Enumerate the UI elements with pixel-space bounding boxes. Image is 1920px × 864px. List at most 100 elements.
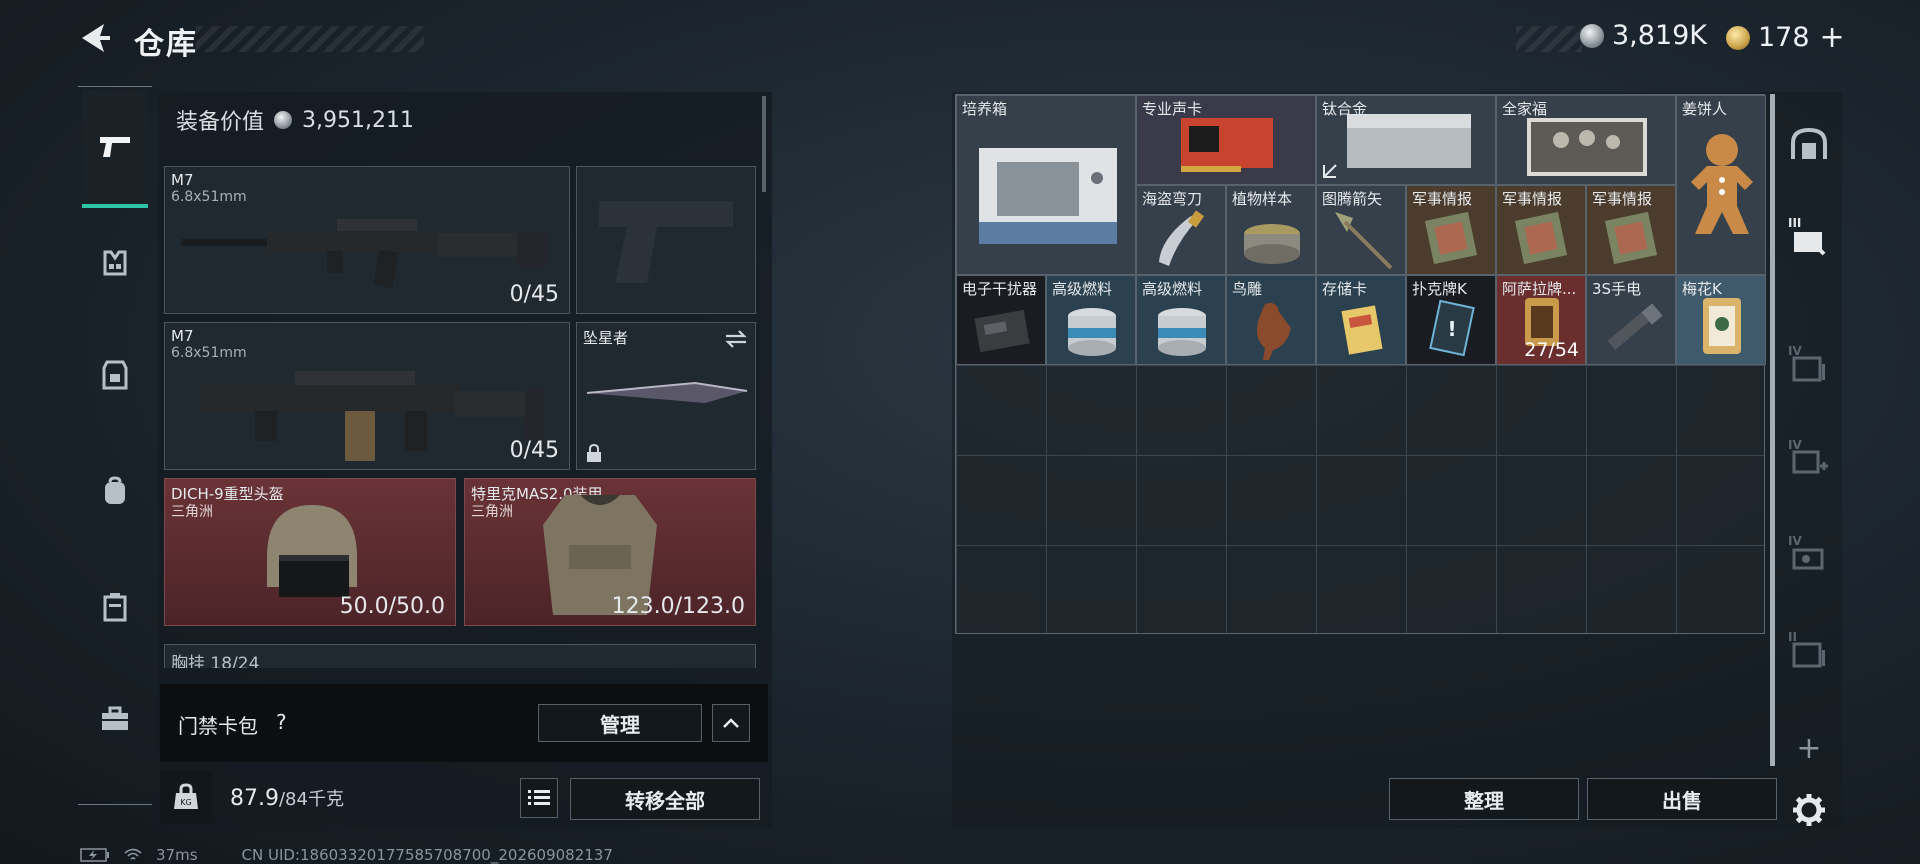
gear-icon: [1793, 794, 1825, 826]
gold-currency[interactable]: 178 +: [1726, 20, 1845, 55]
fuel-can-icon: [1068, 308, 1116, 356]
stash-item[interactable]: 全家福: [1496, 95, 1676, 185]
stash-item[interactable]: 培养箱: [956, 95, 1136, 275]
secondary-weapon-slot[interactable]: M7 6.8x51mm 0/45: [164, 322, 570, 470]
tab-container[interactable]: [86, 578, 144, 636]
stash-item[interactable]: 高级燃料: [1136, 275, 1226, 365]
flashlight-icon: [1607, 303, 1663, 350]
manage-button[interactable]: 管理: [538, 704, 702, 742]
chevron-up-icon: [723, 718, 739, 728]
stash-item[interactable]: 梅花K: [1676, 275, 1766, 365]
weapon-name: M7: [171, 171, 194, 189]
organize-button[interactable]: 整理: [1389, 778, 1579, 820]
swap-icon[interactable]: [723, 329, 749, 349]
jammer-icon: [974, 309, 1030, 353]
armor-slot[interactable]: 特里克MAS2.0装甲 三角洲 123.0/123.0: [464, 478, 756, 626]
stash-item[interactable]: 图腾箭矢: [1316, 185, 1406, 275]
user-uid: CN UID:18603320177585708700_202609082137: [241, 846, 613, 864]
back-button[interactable]: [76, 18, 116, 58]
weapon-name: M7: [171, 327, 194, 345]
stash-item[interactable]: 鸟雕: [1226, 275, 1316, 365]
gingerbread-icon: [1691, 134, 1753, 234]
stash-item[interactable]: 专业声卡: [1136, 95, 1316, 185]
silver-currency: 3,819K: [1580, 20, 1707, 51]
stash-item[interactable]: 扑克牌K !: [1406, 275, 1496, 365]
tab-stash-page-3[interactable]: III: [1778, 210, 1840, 270]
list-view-button[interactable]: [520, 778, 558, 818]
tab-stash-page-2[interactable]: II: [1778, 624, 1840, 684]
tab-stash-page-4b[interactable]: IV: [1778, 432, 1840, 492]
silver-coin-icon: [1580, 23, 1604, 48]
stash-item[interactable]: 高级燃料: [1046, 275, 1136, 365]
tab-vest[interactable]: [86, 234, 144, 292]
stash-item[interactable]: 海盗弯刀: [1136, 185, 1226, 275]
transfer-all-button[interactable]: 转移全部: [570, 778, 760, 820]
item-name: 植物样本: [1232, 190, 1293, 208]
item-name: 鸟雕: [1232, 280, 1263, 298]
stash-item[interactable]: 植物样本: [1226, 185, 1316, 275]
tab-stash-page-4a[interactable]: IV: [1778, 338, 1840, 398]
left-category-nav: [78, 86, 152, 806]
item-name: 海盗弯刀: [1142, 190, 1203, 208]
page-numeral: II: [1788, 630, 1797, 644]
battery-icon: [80, 848, 109, 862]
tab-stash-page-4c[interactable]: IV: [1778, 528, 1840, 588]
club-king-icon: [1703, 298, 1741, 354]
stash-item[interactable]: 军事情报: [1496, 185, 1586, 275]
stash-scrollbar[interactable]: [1770, 94, 1775, 766]
vest-icon: [103, 250, 127, 276]
stash-item[interactable]: 军事情报: [1586, 185, 1676, 275]
knife-icon: [586, 381, 748, 403]
tab-backpack[interactable]: [86, 462, 144, 520]
item-name: 钛合金: [1322, 100, 1368, 118]
stash-item[interactable]: 存储卡: [1316, 275, 1406, 365]
incubator-icon: [979, 148, 1117, 244]
item-name: 全家福: [1502, 100, 1548, 118]
helmet-durability: 50.0/50.0: [339, 594, 445, 619]
item-name: 军事情报: [1412, 190, 1473, 208]
item-name: 军事情报: [1502, 190, 1563, 208]
weight-max: /84千克: [278, 789, 344, 810]
item-name: 阿萨拉牌...: [1502, 280, 1577, 298]
tab-stash-home[interactable]: [1778, 114, 1840, 174]
sell-button[interactable]: 出售: [1587, 778, 1777, 820]
add-stash-page-icon[interactable]: +: [1778, 718, 1840, 778]
status-bar: 37ms CN UID:18603320177585708700_2026090…: [80, 846, 613, 864]
tab-weapons[interactable]: [82, 90, 148, 208]
kettlebell-icon: KG: [174, 783, 198, 809]
chest-rig-slot[interactable]: 胸挂 18/24: [164, 644, 756, 668]
stash-item[interactable]: 姜饼人: [1676, 95, 1766, 275]
lock-icon: [587, 443, 601, 462]
equipment-value: 装备价值 3,951,211: [176, 104, 414, 136]
sidearm-slot-empty[interactable]: [576, 166, 756, 314]
primary-weapon-slot[interactable]: M7 6.8x51mm 0/45: [164, 166, 570, 314]
intel-icon: [1604, 211, 1658, 265]
stash-item[interactable]: 阿萨拉牌... 27/54: [1496, 275, 1586, 365]
item-name: 存储卡: [1322, 280, 1368, 298]
item-name: 专业声卡: [1142, 100, 1203, 118]
item-name: 3S手电: [1592, 280, 1642, 298]
bunker-icon: [1791, 127, 1827, 159]
tab-toolbox[interactable]: [86, 690, 144, 748]
stash-item[interactable]: 钛合金: [1316, 95, 1496, 185]
page-numeral: IV: [1788, 344, 1802, 358]
stash-item[interactable]: 3S手电: [1586, 275, 1676, 365]
item-name: 图腾箭矢: [1322, 190, 1383, 208]
keycard-help-icon[interactable]: ?: [276, 710, 287, 734]
backpack-icon: [105, 476, 125, 504]
item-name: 姜饼人: [1682, 100, 1728, 118]
melee-slot[interactable]: 坠星者: [576, 322, 756, 470]
nav-divider: [78, 804, 152, 805]
memory-card-icon: [1341, 305, 1383, 355]
armor-durability: 123.0/123.0: [611, 594, 745, 619]
settings-button[interactable]: [1778, 780, 1840, 840]
expand-button[interactable]: [712, 704, 750, 742]
add-currency-icon[interactable]: +: [1820, 20, 1845, 55]
stash-item[interactable]: 军事情报: [1406, 185, 1496, 275]
equipment-scrollbar[interactable]: [762, 96, 766, 192]
bird-statue-icon: [1257, 303, 1291, 360]
helmet-slot[interactable]: DICH-9重型头盔 三角洲 50.0/50.0: [164, 478, 456, 626]
stash-item[interactable]: 电子干扰器: [956, 275, 1046, 365]
tab-armor[interactable]: [86, 346, 144, 404]
list-icon: [528, 790, 550, 805]
